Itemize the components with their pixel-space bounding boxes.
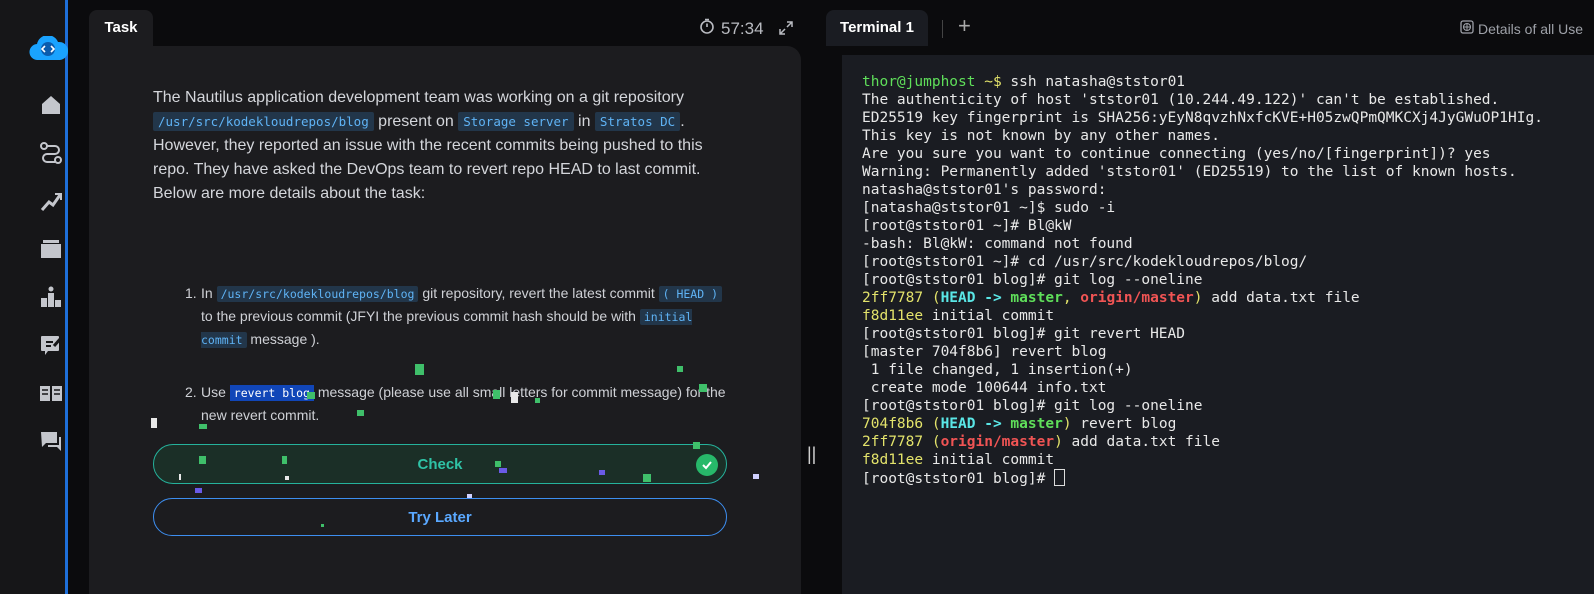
terminal-line: [root@ststor01 blog]# git revert HEAD <box>862 326 1186 342</box>
tickets-icon[interactable] <box>38 236 64 262</box>
expand-icon[interactable] <box>779 21 793 38</box>
terminal-line: f8d11ee initial commit <box>862 308 1055 324</box>
terminal-lines: thor@jumphost ~$ ssh natasha@ststor01 The… <box>862 73 1543 488</box>
route-icon[interactable] <box>38 140 64 166</box>
terminal-output[interactable]: thor@jumphost ~$ ssh natasha@ststor01 The… <box>826 55 1594 594</box>
sidebar-rail <box>0 0 69 594</box>
terminal-line: create mode 100644 info.txt <box>862 380 1107 396</box>
cloud-logo-icon[interactable] <box>28 35 69 62</box>
terminal-line: Warning: Permanently added 'ststor01' (E… <box>862 164 1517 180</box>
tab-terminal-1[interactable]: Terminal 1 <box>826 10 928 46</box>
details-label: Details of all Use <box>1478 20 1584 37</box>
edit-icon[interactable] <box>38 332 64 358</box>
terminal-line: Are you sure you want to continue connec… <box>862 146 1491 162</box>
details-link[interactable]: Details of all Use <box>1460 20 1583 37</box>
terminal-line: [root@ststor01 blog]# git log --oneline <box>862 272 1203 288</box>
terminal-line: [root@ststor01 ~]# Bl@kW <box>862 218 1072 234</box>
task-panel: Task 57:34 The Nautilus application deve… <box>89 10 801 594</box>
book-icon[interactable] <box>38 380 64 406</box>
add-terminal-button[interactable]: + <box>958 13 971 39</box>
terminal-line: 2ff7787 (HEAD -> master, origin/master) … <box>862 290 1360 306</box>
terminal-line: 704f8b6 (HEAD -> master) revert blog <box>862 416 1177 432</box>
terminal-line: [root@ststor01 ~]# cd /usr/src/kodekloud… <box>862 254 1308 270</box>
timer-value: 57:34 <box>721 18 764 38</box>
tab-separator <box>942 20 943 38</box>
terminal-line: [master 704f8b6] revert blog <box>862 344 1107 360</box>
terminal-line: -bash: Bl@kW: command not found <box>862 236 1133 252</box>
terminal-line: [natasha@ststor01 ~]$ sudo -i <box>862 200 1116 216</box>
terminal-line: 2ff7787 (origin/master) add data.txt fil… <box>862 434 1220 450</box>
terminal-line: [root@ststor01 blog]# git log --oneline <box>862 398 1203 414</box>
terminal-panel: Terminal 1 + Details of all Use thor@jum… <box>826 10 1594 594</box>
confetti-decoration <box>151 364 759 527</box>
chart-icon[interactable] <box>38 188 64 214</box>
tab-task[interactable]: Task <box>89 10 153 46</box>
terminal-line: 1 file changed, 1 insertion(+) <box>862 362 1133 378</box>
terminal-line: This key is not known by any other names… <box>862 128 1220 144</box>
terminal-line: thor@jumphost ~$ ssh natasha@ststor01 <box>862 74 1186 90</box>
terminal-line: ED25519 key fingerprint is SHA256:yEyN8q… <box>862 110 1543 126</box>
terminal-line: The authenticity of host 'ststor01 (10.2… <box>862 92 1500 108</box>
terminal-line: [root@ststor01 blog]# <box>862 469 1543 488</box>
globe-icon <box>1460 20 1474 37</box>
task-body: The Nautilus application development tea… <box>89 46 801 594</box>
terminal-line: natasha@ststor01's password: <box>862 182 1107 198</box>
home-icon[interactable] <box>38 92 64 118</box>
chat-icon[interactable] <box>38 428 64 454</box>
leaderboard-icon[interactable] <box>38 284 64 310</box>
timer: 57:34 <box>699 18 764 39</box>
panel-resize-handle[interactable]: || <box>807 444 816 465</box>
timer-icon <box>699 18 715 39</box>
terminal-cursor <box>1054 469 1066 486</box>
terminal-line: f8d11ee initial commit <box>862 452 1055 468</box>
